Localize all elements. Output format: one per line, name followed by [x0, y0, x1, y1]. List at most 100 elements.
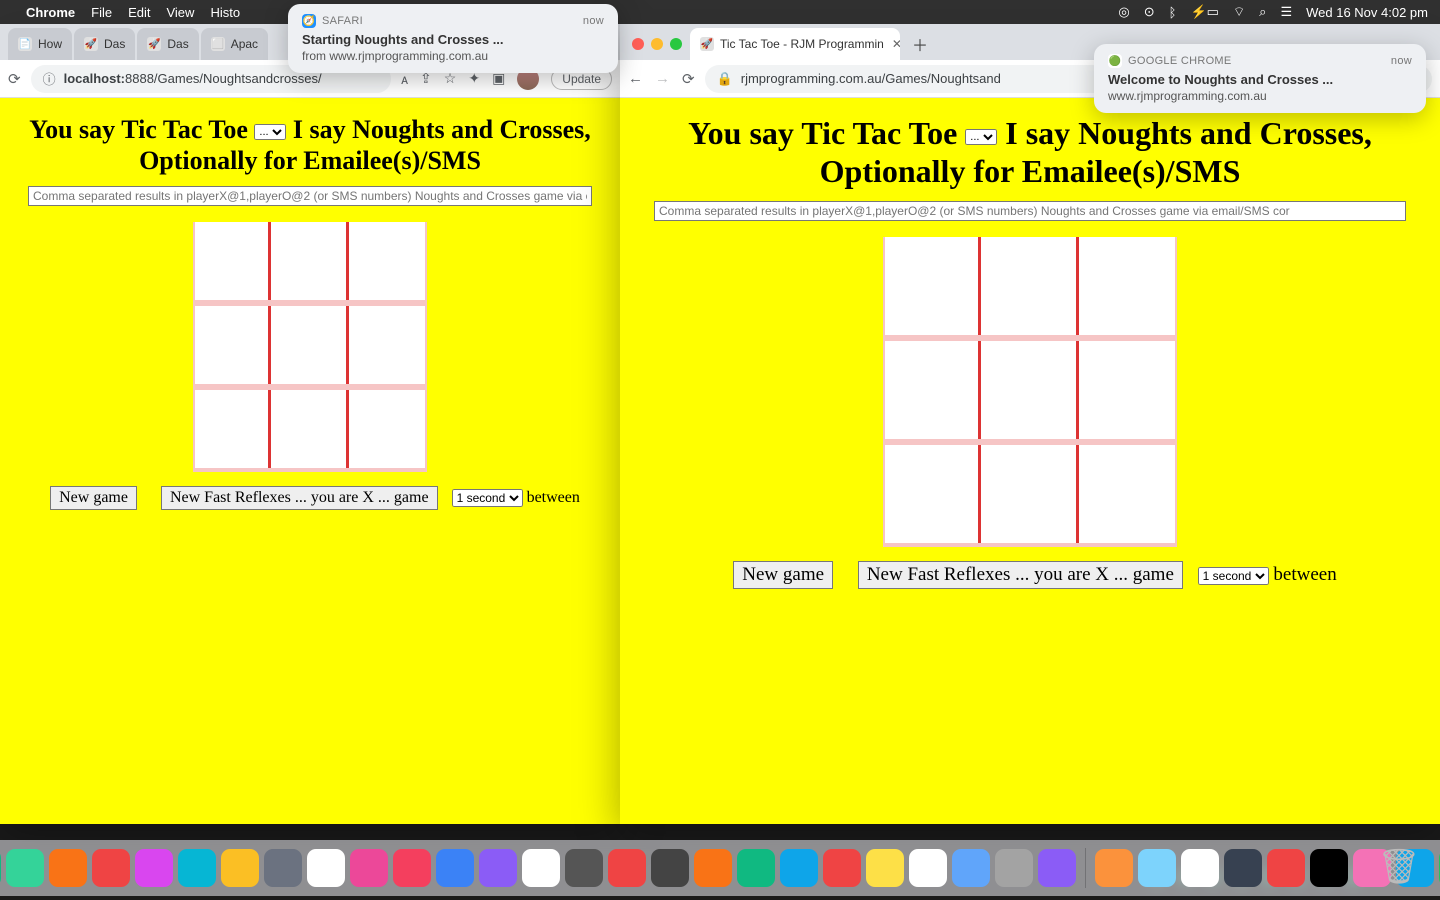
dock-app-icon[interactable]	[221, 849, 259, 887]
forward-icon[interactable]: →	[655, 70, 670, 88]
board-cell[interactable]	[271, 390, 349, 468]
tab-label: How	[38, 37, 62, 51]
dock-app-icon[interactable]	[909, 849, 947, 887]
menu-view[interactable]: View	[166, 5, 194, 20]
menu-history[interactable]: Histo	[210, 5, 240, 20]
mode-select[interactable]: ...	[254, 124, 286, 140]
board-cell[interactable]	[883, 341, 981, 439]
dock-app-icon[interactable]	[780, 849, 818, 887]
fast-reflexes-button[interactable]: New Fast Reflexes ... you are X ... game	[161, 486, 438, 510]
page-body: You say Tic Tac Toe ... I say Noughts an…	[0, 98, 620, 824]
dock-app-icon[interactable]	[565, 849, 603, 887]
board-cell[interactable]	[1079, 341, 1177, 439]
dock-app-icon[interactable]	[1095, 849, 1133, 887]
status-icon[interactable]: ◎	[1118, 4, 1129, 20]
interval-select[interactable]: 1 second	[1198, 567, 1269, 585]
dock-app-icon[interactable]	[823, 849, 861, 887]
dock-app-icon[interactable]	[1038, 849, 1076, 887]
notification-safari[interactable]: 🧭 SAFARI now Starting Noughts and Crosse…	[288, 4, 618, 73]
board-cell[interactable]	[349, 390, 427, 468]
dock-app-icon[interactable]	[608, 849, 646, 887]
dock-app-icon[interactable]	[0, 849, 1, 887]
fast-reflexes-button[interactable]: New Fast Reflexes ... you are X ... game	[858, 561, 1183, 589]
dock-app-icon[interactable]	[178, 849, 216, 887]
menu-edit[interactable]: Edit	[128, 5, 150, 20]
dock-app-icon[interactable]	[436, 849, 474, 887]
dock-app-icon[interactable]	[6, 849, 44, 887]
notif-subtitle: from www.rjmprogramming.com.au	[302, 49, 604, 63]
status-icon[interactable]: ⊙	[1144, 4, 1155, 20]
dock-app-icon[interactable]	[866, 849, 904, 887]
info-icon: ⓘ	[43, 69, 56, 88]
page-title: You say Tic Tac Toe ... I say Noughts an…	[18, 114, 602, 176]
board-cell[interactable]	[349, 306, 427, 384]
mode-select[interactable]: ...	[965, 129, 997, 145]
dock-app-icon[interactable]	[479, 849, 517, 887]
new-tab-button[interactable]: ＋	[906, 30, 934, 58]
board-cell[interactable]	[193, 222, 271, 300]
interval-select[interactable]: 1 second	[452, 489, 523, 507]
notif-app: SAFARI	[322, 15, 363, 27]
spotlight-icon[interactable]: ⌕	[1259, 4, 1266, 20]
trash-icon[interactable]: 🗑	[1378, 844, 1420, 890]
board-cell[interactable]	[981, 237, 1079, 335]
dock-app-icon[interactable]	[694, 849, 732, 887]
notification-chrome[interactable]: 🟢 GOOGLE CHROME now Welcome to Noughts a…	[1094, 44, 1426, 113]
dock-app-icon[interactable]	[1267, 849, 1305, 887]
tab-active[interactable]: 🚀 Tic Tac Toe - RJM Programmin ✕	[690, 28, 900, 60]
dock-app-icon[interactable]	[307, 849, 345, 887]
notif-app: GOOGLE CHROME	[1128, 55, 1232, 67]
wifi-icon[interactable]: ⌔	[1233, 4, 1245, 20]
dock-app-icon[interactable]	[995, 849, 1033, 887]
traffic-lights[interactable]	[632, 38, 682, 50]
between-label: between	[1273, 564, 1336, 585]
reload-icon[interactable]: ⟳	[8, 70, 21, 88]
close-tab-icon[interactable]: ✕	[892, 37, 900, 51]
dock-app-icon[interactable]	[737, 849, 775, 887]
tab[interactable]: 🚀Das	[74, 28, 135, 60]
board-cell[interactable]	[271, 222, 349, 300]
new-game-button[interactable]: New game	[733, 561, 833, 589]
board-cell[interactable]	[1079, 237, 1177, 335]
board-cell[interactable]	[193, 390, 271, 468]
dock-app-icon[interactable]	[393, 849, 431, 887]
board-cell[interactable]	[981, 341, 1079, 439]
dock-app-icon[interactable]	[651, 849, 689, 887]
email-input[interactable]	[28, 186, 592, 206]
dock-app-icon[interactable]	[92, 849, 130, 887]
board-cell[interactable]	[193, 306, 271, 384]
dock-app-icon[interactable]	[522, 849, 560, 887]
dock-app-icon[interactable]	[264, 849, 302, 887]
board-cell[interactable]	[349, 222, 427, 300]
dock-app-icon[interactable]	[952, 849, 990, 887]
board-cell[interactable]	[1079, 445, 1177, 543]
controls: New game New Fast Reflexes ... you are X…	[630, 561, 1430, 589]
mac-menubar: Chrome File Edit View Histo ◎ ⊙ ᛒ ⚡▭ ⌔ ⌕…	[0, 0, 1440, 24]
dock-app-icon[interactable]	[1310, 849, 1348, 887]
dock-app-icon[interactable]	[49, 849, 87, 887]
board-cell[interactable]	[883, 445, 981, 543]
new-game-button[interactable]: New game	[50, 486, 137, 510]
reload-icon[interactable]: ⟳	[682, 70, 695, 88]
back-icon[interactable]: ←	[628, 70, 643, 88]
board-cell[interactable]	[981, 445, 1079, 543]
dock-app-icon[interactable]	[350, 849, 388, 887]
dock-app-icon[interactable]	[1138, 849, 1176, 887]
tab[interactable]: 🚀Das	[137, 28, 198, 60]
menu-file[interactable]: File	[91, 5, 112, 20]
battery-icon[interactable]: ⚡▭	[1190, 4, 1218, 20]
bluetooth-icon[interactable]: ᛒ	[1169, 5, 1177, 20]
chrome-window-left: 📄How 🚀Das 🚀Das ⬜Apac ⟳ ⓘ localhost:8888/…	[0, 24, 620, 824]
email-input[interactable]	[654, 201, 1406, 221]
dock-app-icon[interactable]	[1181, 849, 1219, 887]
control-center-icon[interactable]: ☰	[1280, 4, 1292, 20]
tab[interactable]: ⬜Apac	[201, 28, 268, 60]
tab[interactable]: 📄How	[8, 28, 72, 60]
dock-app-icon[interactable]	[135, 849, 173, 887]
game-board	[193, 222, 427, 472]
menubar-app[interactable]: Chrome	[26, 5, 75, 20]
board-cell[interactable]	[883, 237, 981, 335]
menubar-clock[interactable]: Wed 16 Nov 4:02 pm	[1306, 5, 1428, 20]
board-cell[interactable]	[271, 306, 349, 384]
dock-app-icon[interactable]	[1224, 849, 1262, 887]
